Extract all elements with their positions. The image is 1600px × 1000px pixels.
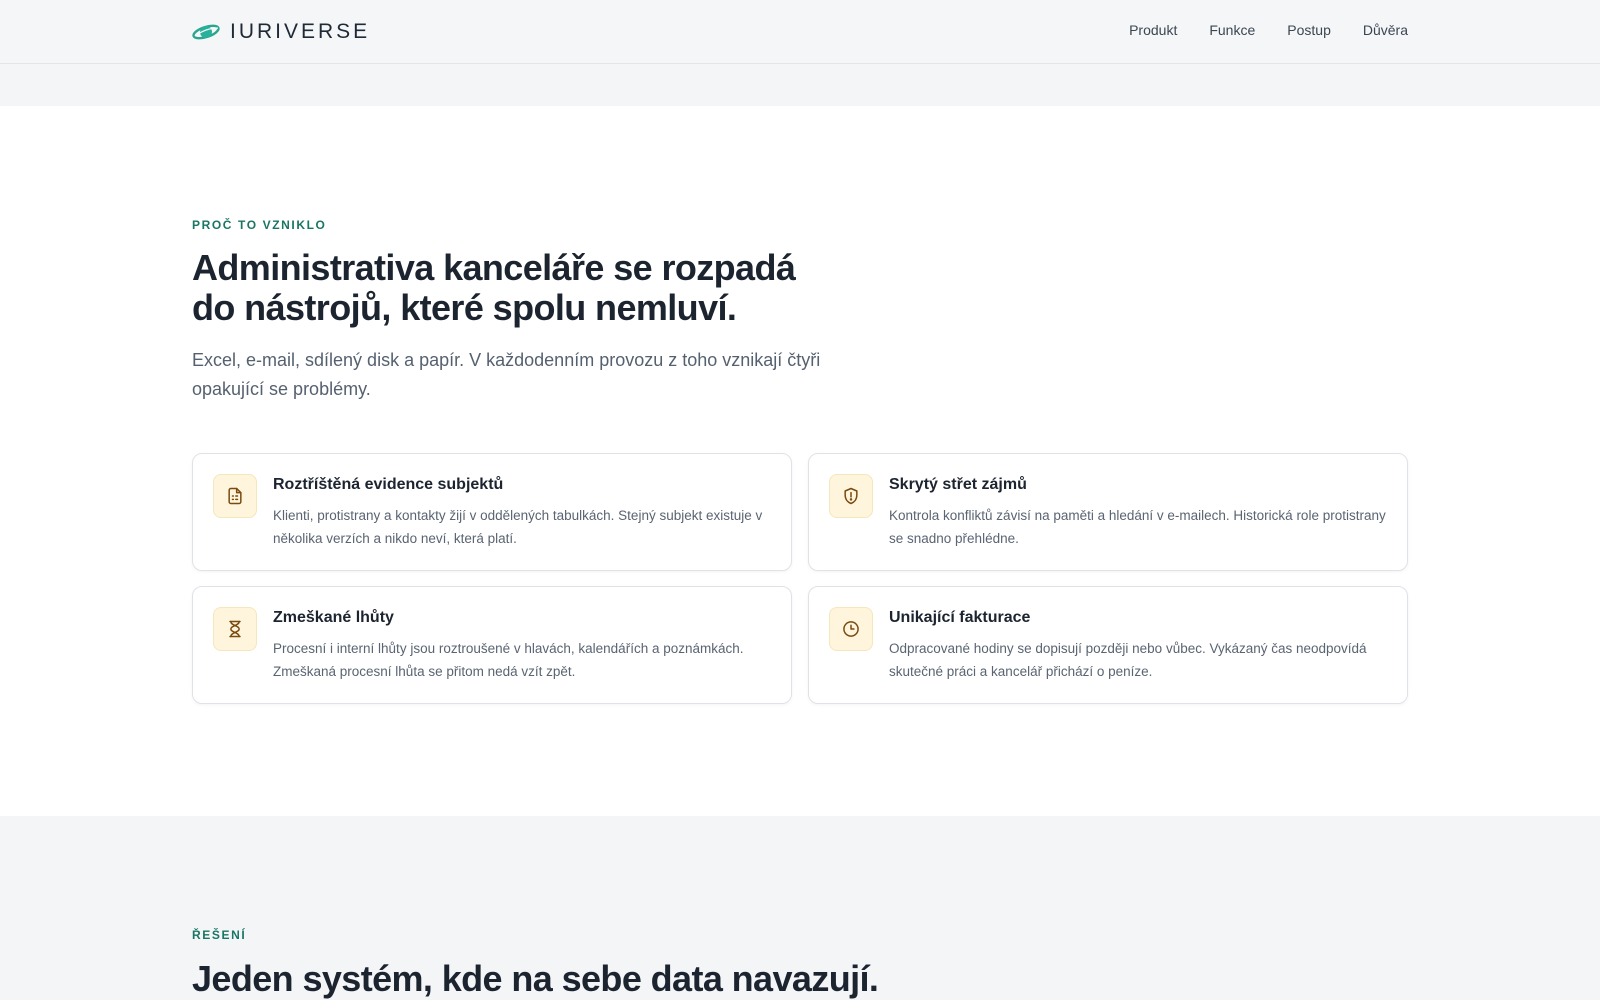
nav-link-duvera[interactable]: Důvěra (1363, 22, 1408, 38)
card-icon-box (829, 474, 873, 518)
section-eyebrow: ŘEŠENÍ (192, 928, 247, 942)
card-description: Kontrola konfliktů závisí na paměti a hl… (889, 508, 1386, 546)
section-title-line-1: Administrativa kanceláře se rozpadá (192, 247, 796, 288)
nav-link-produkt[interactable]: Produkt (1129, 22, 1177, 38)
card-description: Procesní i interní lhůty jsou roztroušen… (273, 641, 744, 679)
card-title: Skrytý střet zájmů (889, 476, 1027, 493)
problem-card: Skrytý střet zájmů Kontrola konfliktů zá… (808, 453, 1408, 571)
brand-logo[interactable]: IURIVERSE (192, 20, 370, 44)
card-description: Odpracované hodiny se dopisují později n… (889, 641, 1367, 679)
section-title-line-2: do nástrojů, které spolu nemluví. (192, 287, 737, 328)
section-eyebrow: PROČ TO VZNIKLO (192, 218, 327, 232)
nav-link-funkce[interactable]: Funkce (1209, 22, 1255, 38)
brand-name: IURIVERSE (230, 20, 371, 43)
section-title: Administrativa kanceláře se rozpadá do n… (192, 247, 796, 328)
card-icon-box (829, 607, 873, 651)
problem-card: Unikající fakturace Odpracované hodiny s… (808, 586, 1408, 704)
planet-logo-icon (192, 24, 220, 40)
problems-section: PROČ TO VZNIKLO Administrativa kanceláře… (0, 106, 1600, 816)
section-title: Jeden systém, kde na sebe data navazují. (192, 958, 879, 999)
section-lead: Excel, e-mail, sdílený disk a papír. V k… (192, 350, 821, 399)
clock-icon (843, 621, 859, 637)
solution-section: ŘEŠENÍ Jeden systém, kde na sebe data na… (0, 816, 1600, 1000)
main-nav: Produkt Funkce Postup Důvěra (1129, 22, 1408, 38)
card-description: Klienti, protistrany a kontakty žijí v o… (273, 508, 763, 546)
problem-card: Zmeškané lhůty Procesní i interní lhůty … (192, 586, 792, 704)
shield-alert-icon (844, 487, 858, 505)
card-icon-box (213, 607, 257, 651)
card-title: Unikající fakturace (889, 609, 1031, 626)
document-icon (228, 487, 242, 505)
card-title: Zmeškané lhůty (273, 609, 394, 626)
problem-card: Roztříštěná evidence subjektů Klienti, p… (192, 453, 792, 571)
nav-link-postup[interactable]: Postup (1287, 22, 1331, 38)
card-icon-box (213, 474, 257, 518)
site-header: IURIVERSE Produkt Funkce Postup Důvěra (0, 0, 1600, 64)
card-title: Roztříštěná evidence subjektů (273, 476, 504, 493)
hourglass-icon (229, 620, 241, 638)
